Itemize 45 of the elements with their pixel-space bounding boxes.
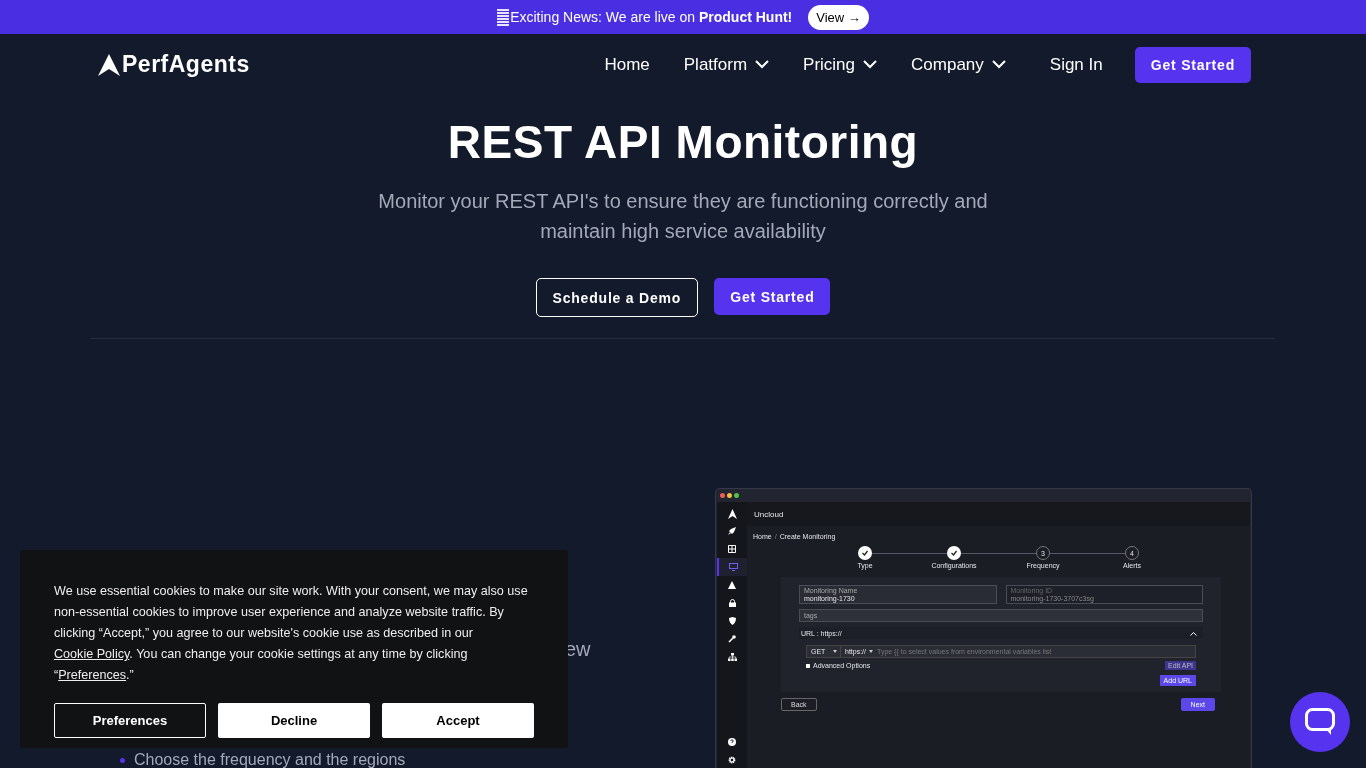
- settings-icon[interactable]: [728, 756, 736, 764]
- zoom-dot: [734, 493, 739, 498]
- cookie-notice-text: We use essential cookies to make our site work. With your consent, we may also use non-essential cookies to improve user experience and analyze website traffic. By clicking “Accept,” you agree to our website's cookie use as described in our Cookie Policy. You can change your cookie settings at any time by clicking “Preferences.”: [54, 583, 529, 684]
- dropdown-arrow-icon[interactable]: [869, 650, 873, 653]
- shield-icon[interactable]: [728, 617, 736, 625]
- minimize-dot: [727, 493, 732, 498]
- preferences-link[interactable]: Preferences: [58, 668, 127, 682]
- chevron-down-icon: [755, 60, 770, 69]
- grid-icon[interactable]: [728, 545, 736, 553]
- chevron-down-icon: [991, 60, 1006, 69]
- monitor-icon[interactable]: [728, 563, 738, 571]
- nav-item[interactable]: Home: [604, 54, 650, 75]
- chat-button[interactable]: [1290, 692, 1350, 752]
- chat-icon: [1305, 708, 1335, 736]
- decline-button[interactable]: Decline: [218, 703, 370, 738]
- help-icon[interactable]: [728, 738, 736, 746]
- sitemap-icon[interactable]: [727, 653, 737, 661]
- chevron-up-icon[interactable]: [1190, 630, 1197, 636]
- accept-button[interactable]: Accept: [382, 703, 534, 738]
- chevron-down-icon: [863, 60, 878, 69]
- preferences-button[interactable]: Preferences: [54, 703, 206, 738]
- nav-item[interactable]: Pricing: [803, 54, 878, 75]
- logo-icon: [98, 53, 120, 76]
- get-started-button[interactable]: Get Started: [1134, 46, 1251, 83]
- demo-button[interactable]: Schedule a Demo: [535, 278, 699, 317]
- announcement-text: Exciting News: We are live on Product Hunt!: [510, 9, 793, 25]
- logo-icon: [727, 509, 737, 519]
- dropdown-arrow-icon[interactable]: [833, 650, 837, 653]
- sign-in-link[interactable]: Sign In: [1049, 54, 1103, 75]
- bullet-item: Choose the frequency and the regions: [134, 751, 406, 768]
- list-icon: [497, 8, 510, 26]
- hero-subtitle: Monitor your REST API's to ensure they are functioning correctly and maintain high service availability: [377, 189, 989, 244]
- rocket-icon[interactable]: [728, 527, 736, 535]
- get-started-button[interactable]: Get Started: [714, 278, 831, 315]
- nav-item[interactable]: Company: [911, 54, 1006, 75]
- view-button[interactable]: View →: [808, 4, 869, 30]
- page-title: REST API Monitoring: [447, 115, 919, 169]
- wrench-icon[interactable]: [728, 635, 736, 643]
- warning-icon[interactable]: [728, 581, 736, 589]
- nav-item[interactable]: Platform: [683, 54, 770, 75]
- lock-icon[interactable]: [728, 599, 736, 607]
- bullet-dot: [120, 757, 125, 763]
- logo-text[interactable]: PerfAgents: [122, 51, 250, 78]
- workspace-title: Uncloud: [754, 509, 784, 519]
- close-dot: [720, 493, 725, 498]
